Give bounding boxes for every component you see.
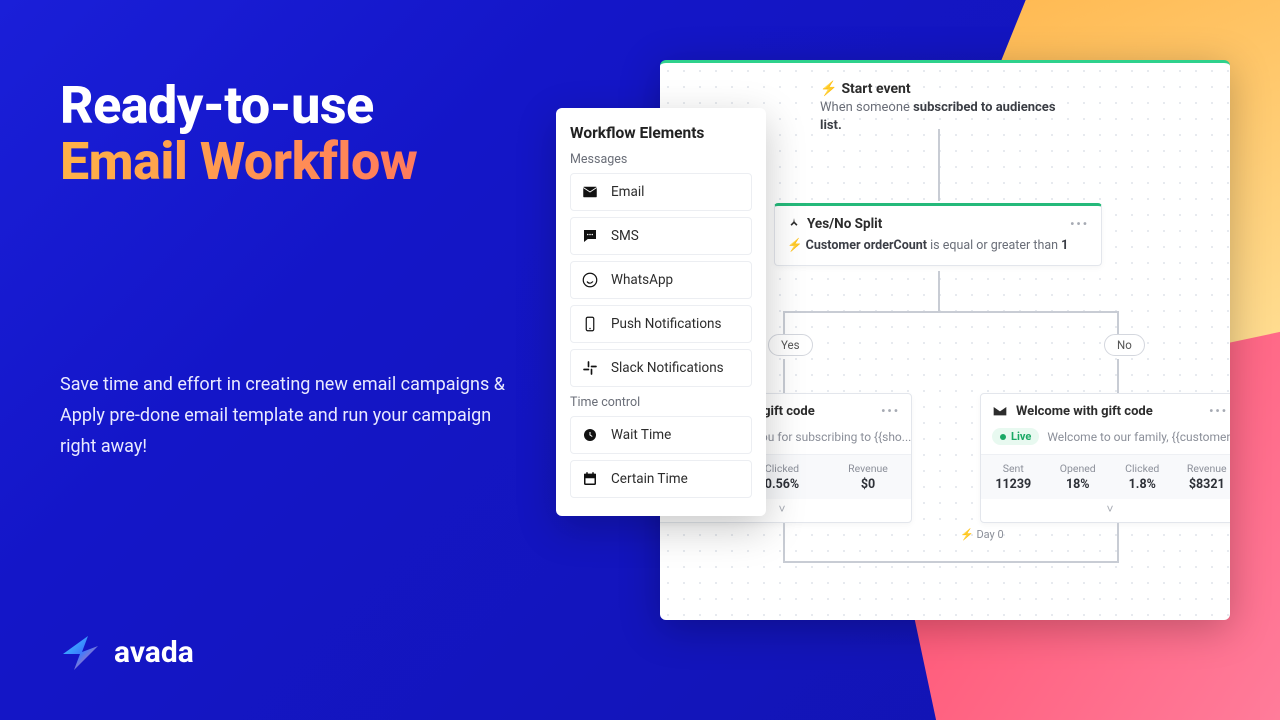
brand-name: avada bbox=[114, 635, 194, 670]
start-event-title: ⚡Start event bbox=[820, 81, 1080, 97]
split-icon bbox=[787, 217, 801, 231]
workflow-elements-panel[interactable]: Workflow Elements Messages Email SMS Wha… bbox=[556, 108, 766, 516]
brand-logo-icon bbox=[60, 632, 100, 672]
expand-icon[interactable]: ˅ bbox=[981, 499, 1230, 522]
email-node-with-gift[interactable]: Welcome with gift code ••• Live Welcome … bbox=[980, 393, 1230, 523]
connector bbox=[783, 523, 785, 561]
calendar-icon bbox=[581, 470, 599, 488]
element-wait-time[interactable]: Wait Time bbox=[570, 416, 752, 454]
split-condition: ⚡ Customer orderCount is equal or greate… bbox=[787, 238, 1089, 253]
split-title: Yes/No Split bbox=[787, 216, 882, 232]
start-event-node[interactable]: ⚡Start event When someone subscribed to … bbox=[820, 81, 1080, 134]
status-badge: Live bbox=[992, 428, 1039, 445]
brand: avada bbox=[60, 632, 194, 672]
node-more-button[interactable]: ••• bbox=[1070, 218, 1089, 230]
connector bbox=[783, 561, 1119, 563]
sms-icon bbox=[581, 227, 599, 245]
connector bbox=[938, 129, 940, 201]
mail-icon bbox=[992, 403, 1008, 419]
connector bbox=[1117, 523, 1119, 561]
node-more-button[interactable]: ••• bbox=[881, 405, 900, 417]
mail-icon bbox=[581, 183, 599, 201]
slack-icon bbox=[581, 359, 599, 377]
element-slack[interactable]: Slack Notifications bbox=[570, 349, 752, 387]
element-email[interactable]: Email bbox=[570, 173, 752, 211]
element-whatsapp[interactable]: WhatsApp bbox=[570, 261, 752, 299]
branch-no-label: No bbox=[1104, 334, 1145, 356]
hero-copy: Ready-to-use Email Workflow Save time an… bbox=[60, 78, 520, 462]
panel-title: Workflow Elements bbox=[570, 124, 752, 142]
split-node[interactable]: Yes/No Split ••• ⚡ Customer orderCount i… bbox=[774, 203, 1102, 266]
card-stats: Sent11239 Opened18% Clicked1.8% Revenue$… bbox=[981, 454, 1230, 499]
connector bbox=[1117, 359, 1119, 393]
connector bbox=[783, 311, 1119, 313]
panel-group-messages: Messages bbox=[570, 152, 752, 167]
clock-icon bbox=[581, 426, 599, 444]
connector bbox=[783, 359, 785, 393]
panel-group-time: Time control bbox=[570, 395, 752, 410]
whatsapp-icon bbox=[581, 271, 599, 289]
day-label: ⚡ Day 0 bbox=[960, 528, 1004, 541]
node-more-button[interactable]: ••• bbox=[1209, 405, 1228, 417]
element-sms[interactable]: SMS bbox=[570, 217, 752, 255]
connector bbox=[938, 271, 940, 311]
phone-icon bbox=[581, 315, 599, 333]
hero-headline: Ready-to-use Email Workflow bbox=[60, 78, 520, 190]
card-title: Welcome with gift code bbox=[1016, 404, 1153, 419]
hero-description: Save time and effort in creating new ema… bbox=[60, 370, 520, 462]
headline-line-2: Email Workflow bbox=[60, 134, 417, 190]
card-preview: Welcome to our family, {{customer... bbox=[1047, 430, 1230, 444]
branch-yes-label: Yes bbox=[768, 334, 813, 356]
start-event-desc: When someone subscribed to audiences lis… bbox=[820, 99, 1080, 134]
headline-line-1: Ready-to-use bbox=[60, 75, 374, 136]
element-certain-time[interactable]: Certain Time bbox=[570, 460, 752, 498]
element-push[interactable]: Push Notifications bbox=[570, 305, 752, 343]
marketing-stage: Ready-to-use Email Workflow Save time an… bbox=[0, 0, 1280, 720]
